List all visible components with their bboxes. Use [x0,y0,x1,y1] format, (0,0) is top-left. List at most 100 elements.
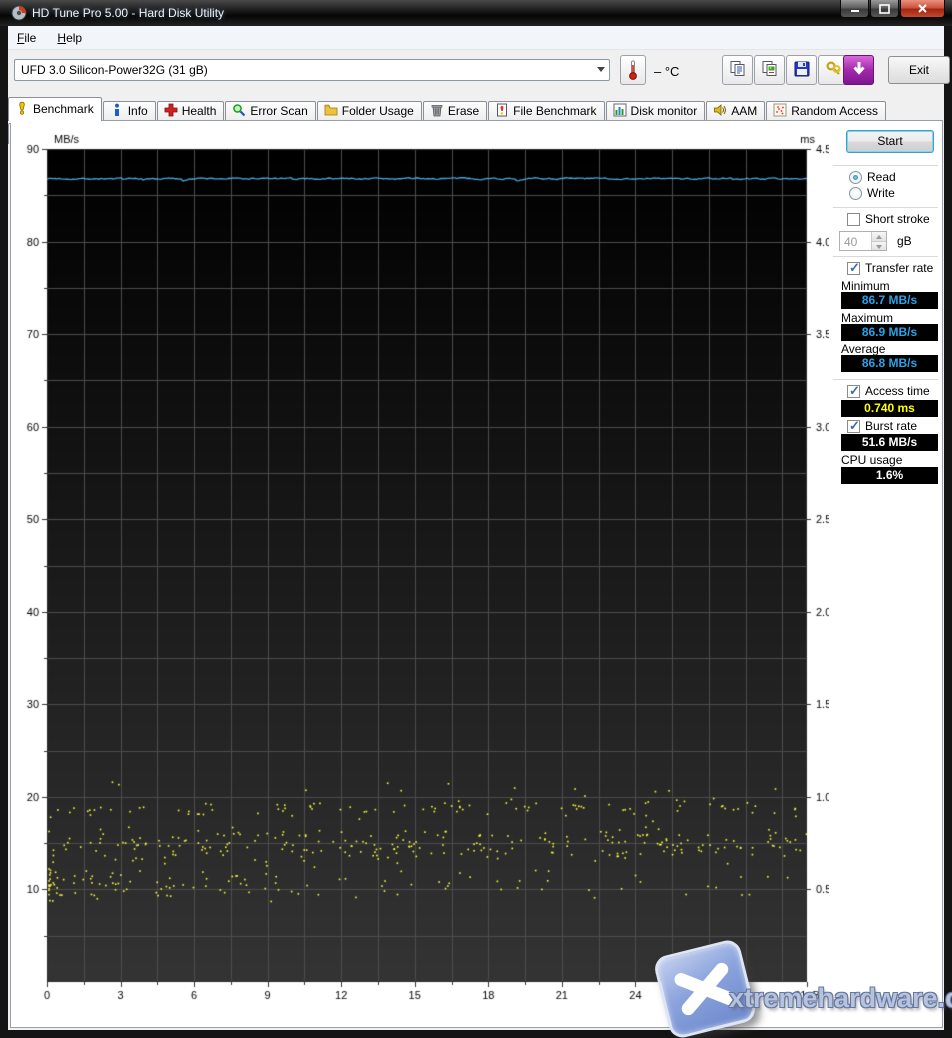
menu-bar: File Help [8,26,944,50]
chevron-down-icon [597,67,605,72]
minimize-button[interactable] [840,0,869,18]
exit-button[interactable]: Exit [888,56,950,84]
tab-disk-monitor[interactable]: Disk monitor [606,101,706,122]
tab-label: Error Scan [250,104,307,118]
info-icon [110,103,124,120]
read-radio-row: Read [849,170,896,184]
write-radio[interactable] [849,187,862,200]
health-icon [164,103,178,120]
burst-rate-label: Burst rate [865,419,917,433]
erase-icon [430,103,444,120]
window-title: HD Tune Pro 5.00 - Hard Disk Utility [32,6,224,20]
folder-usage-icon [324,103,338,120]
options-icon [825,60,843,81]
transfer-rate-checkbox[interactable] [847,262,860,275]
drive-select[interactable]: UFD 3.0 Silicon-Power32G (31 gB) [14,59,610,81]
access-time-row: Access time [847,384,930,398]
step-up-icon[interactable] [872,232,886,242]
separator [833,165,938,166]
access-time-label: Access time [865,384,930,398]
separator [833,379,938,380]
save-icon [793,60,811,81]
error-scan-icon [232,103,246,120]
read-radio[interactable] [849,171,862,184]
maximize-icon [879,4,890,14]
copy-text-icon [729,60,747,81]
tab-error-scan[interactable]: Error Scan [225,101,315,122]
average-label: Average [841,342,885,356]
update-button[interactable] [843,55,874,85]
close-button[interactable] [900,0,945,18]
tab-label: Benchmark [33,102,94,116]
cpu-usage-label: CPU usage [841,453,902,467]
access-time-checkbox[interactable] [847,385,860,398]
temperature-button[interactable] [620,55,646,85]
minimum-label: Minimum [841,279,890,293]
aam-icon [713,103,727,120]
minimize-icon [850,4,860,14]
step-down-icon[interactable] [872,242,886,251]
tab-info[interactable]: Info [103,101,156,122]
benchmark-icon [15,101,29,118]
tab-label: Info [128,104,148,118]
tab-benchmark[interactable]: Benchmark [8,97,102,121]
short-stroke-unit: gB [897,234,912,248]
drive-select-value: UFD 3.0 Silicon-Power32G (31 gB) [21,63,208,77]
tab-random-access[interactable]: Random Access [766,101,886,122]
copy-text-button[interactable] [722,55,753,85]
tab-erase[interactable]: Erase [423,101,487,122]
tab-label: File Benchmark [513,104,596,118]
write-radio-row: Write [849,186,895,200]
separator [833,207,938,208]
maximize-button[interactable] [870,0,899,18]
average-value: 86.8 MB/s [841,355,938,372]
maximum-label: Maximum [841,311,893,325]
tab-aam[interactable]: AAM [706,101,765,122]
tab-label: AAM [731,104,757,118]
app-window: HD Tune Pro 5.00 - Hard Disk Utility Fil… [0,0,952,1038]
random-access-icon [773,103,787,120]
benchmark-pane: Start Read Write Short stroke 40 gB [10,120,943,1028]
write-radio-label: Write [867,186,895,200]
start-button[interactable]: Start [846,130,934,153]
tab-folder-usage[interactable]: Folder Usage [317,101,422,122]
tab-label: Folder Usage [342,104,414,118]
copy-image-button[interactable] [754,55,785,85]
separator [833,256,938,257]
maximum-value: 86.9 MB/s [841,324,938,341]
benchmark-controls: Start Read Write Short stroke 40 gB [829,121,942,1027]
read-radio-label: Read [867,170,896,184]
temperature-value: – °C [654,64,679,79]
tab-file-benchmark[interactable]: File Benchmark [488,101,604,122]
update-icon [850,60,868,81]
transfer-rate-row: Transfer rate [847,261,933,275]
burst-rate-checkbox[interactable] [847,420,860,433]
access-time-value: 0.740 ms [841,400,938,417]
save-button[interactable] [786,55,817,85]
burst-rate-row: Burst rate [847,419,917,433]
short-stroke-checkbox[interactable] [847,213,860,226]
menu-help[interactable]: Help [48,26,91,49]
benchmark-chart [11,121,942,1027]
tab-strip: Benchmark Info Health Error Scan Folder Usag… [8,94,944,120]
tab-label: Erase [448,104,479,118]
tab-label: Random Access [791,104,878,118]
tab-label: Disk monitor [631,104,698,118]
tab-health[interactable]: Health [157,101,225,122]
minimum-value: 86.7 MB/s [841,292,938,309]
short-stroke-label: Short stroke [865,212,930,226]
short-stroke-value: 40 [844,235,857,249]
disk-monitor-icon [613,103,627,120]
thermometer-icon [627,59,639,81]
short-stroke-row: Short stroke [847,212,930,226]
transfer-rate-label: Transfer rate [865,261,933,275]
burst-rate-value: 51.6 MB/s [841,434,938,451]
copy-image-icon [761,60,779,81]
title-bar: HD Tune Pro 5.00 - Hard Disk Utility [0,0,952,26]
cpu-usage-value: 1.6% [841,467,938,484]
file-benchmark-icon [495,103,509,120]
toolbar: UFD 3.0 Silicon-Power32G (31 gB) – °C Ex… [8,50,944,94]
menu-file[interactable]: File [8,26,45,49]
stepper-arrows[interactable] [871,232,886,250]
short-stroke-stepper[interactable]: 40 [839,231,887,251]
